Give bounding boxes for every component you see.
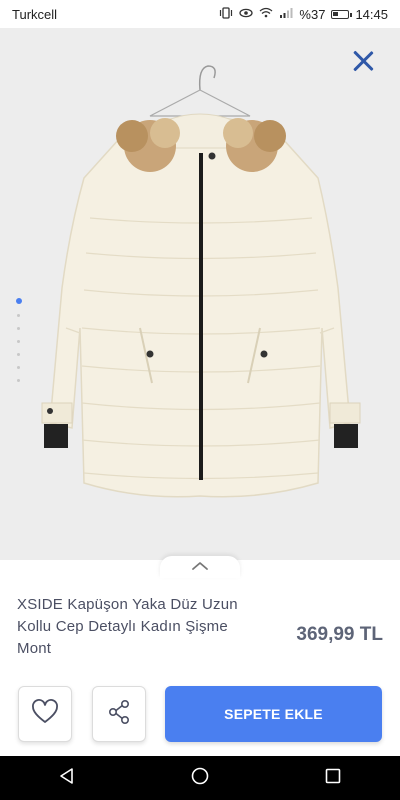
battery-icon xyxy=(331,9,353,19)
chevron-up-icon xyxy=(191,558,209,576)
pagination-dot[interactable] xyxy=(17,340,20,343)
eye-comfort-icon xyxy=(239,7,254,21)
action-bar: SEPETE EKLE xyxy=(0,682,400,752)
share-icon xyxy=(107,699,131,730)
pagination-dot[interactable] xyxy=(17,353,20,356)
close-button[interactable] xyxy=(352,50,374,72)
add-to-cart-button[interactable]: SEPETE EKLE xyxy=(165,686,382,742)
pagination-dot[interactable] xyxy=(17,379,20,382)
clock: 14:45 xyxy=(355,6,388,22)
favorite-button[interactable] xyxy=(18,686,72,742)
gallery-pagination[interactable] xyxy=(15,298,22,382)
recents-button[interactable] xyxy=(313,758,353,798)
status-indicators: %37 14:45 xyxy=(219,7,388,22)
recents-square-icon xyxy=(324,767,342,790)
signal-icon xyxy=(279,7,293,21)
system-nav-bar xyxy=(0,756,400,800)
product-image-gallery[interactable] xyxy=(0,28,400,560)
battery-percent: %37 xyxy=(299,6,326,22)
home-circle-icon xyxy=(191,767,209,790)
back-triangle-icon xyxy=(58,767,76,790)
pagination-dot[interactable] xyxy=(17,327,20,330)
carrier-name: Turkcell xyxy=(12,6,58,22)
wifi-icon xyxy=(259,7,273,21)
status-bar: Turkcell %37 14:45 xyxy=(0,0,400,28)
pagination-dot[interactable] xyxy=(17,314,20,317)
home-button[interactable] xyxy=(180,758,220,798)
share-button[interactable] xyxy=(92,686,146,742)
product-image xyxy=(41,65,361,498)
vibrate-icon xyxy=(219,6,233,22)
pagination-dot[interactable] xyxy=(17,366,20,369)
pagination-dot[interactable] xyxy=(15,298,22,304)
product-price: 369,99 TL xyxy=(296,624,383,645)
heart-icon xyxy=(31,698,59,730)
product-title: XSIDE Kapüşon Yaka Düz Uzun Kollu Cep De… xyxy=(17,596,238,657)
expand-details-handle[interactable] xyxy=(160,556,240,578)
back-button[interactable] xyxy=(47,758,87,798)
